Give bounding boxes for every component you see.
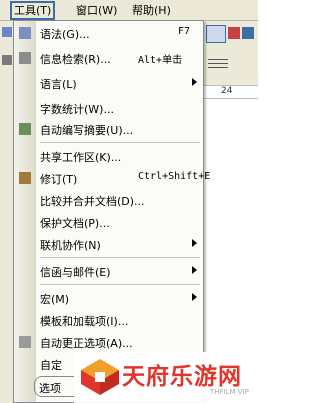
menu-separator — [40, 257, 200, 258]
toolbar-button[interactable] — [206, 25, 226, 43]
site-logo-icon — [81, 359, 119, 395]
menu-item-research[interactable]: 信息检索(R)... Alt+单击 — [14, 48, 203, 68]
menu-item-online-collab[interactable]: 联机协作(N) — [14, 234, 203, 254]
font-color-icon[interactable] — [242, 27, 254, 39]
highlight-icon[interactable] — [228, 27, 240, 39]
menu-item-word-count[interactable]: 字数统计(W)... — [14, 98, 203, 118]
menu-tools[interactable]: 工具(T) — [10, 1, 56, 20]
menu-item-compare-merge[interactable]: 比较并合并文档(D)... — [14, 190, 203, 210]
submenu-arrow-icon — [192, 78, 197, 86]
menu-item-autosummarize[interactable]: 自动编写摘要(U)... — [14, 119, 203, 139]
menu-item-track-changes[interactable]: 修订(T) Ctrl+Shift+E — [14, 168, 210, 188]
menu-item-templates-addins[interactable]: 模板和加载项(I)... — [14, 310, 203, 330]
track-changes-icon — [19, 172, 31, 184]
research-icon — [19, 52, 31, 64]
menu-item-letters-mailings[interactable]: 信函与邮件(E) — [14, 261, 203, 281]
submenu-arrow-icon — [192, 239, 197, 247]
menu-item-shared-workspace[interactable]: 共享工作区(K)... — [14, 146, 203, 166]
research-icon[interactable] — [2, 55, 12, 65]
right-toolbar — [204, 21, 258, 92]
menu-item-grammar[interactable]: 语法(G)... F7 — [14, 23, 203, 43]
submenu-arrow-icon — [192, 293, 197, 301]
menu-item-macro[interactable]: 宏(M) — [14, 288, 203, 308]
autocorrect-icon — [19, 336, 31, 348]
spelling-icon[interactable] — [2, 27, 12, 37]
watermark-subtitle: THFILM VIP — [210, 388, 249, 396]
tools-menu: 语法(G)... F7 信息检索(R)... Alt+单击 语言(L) 字数统计… — [13, 20, 210, 403]
ruler-tick: 24 — [221, 86, 233, 96]
menu-separator — [40, 142, 200, 143]
grammar-icon — [19, 27, 31, 39]
list-format-icon[interactable] — [208, 57, 234, 71]
watermark-title: 天府乐游网 — [122, 364, 242, 390]
menu-separator — [40, 284, 200, 285]
ruler: 24 — [204, 85, 258, 99]
menu-window[interactable]: 窗口(W) — [74, 3, 119, 18]
menu-item-protect[interactable]: 保护文档(P)... — [14, 212, 203, 232]
menu-help[interactable]: 帮助(H) — [130, 3, 173, 18]
submenu-arrow-icon — [192, 266, 197, 274]
menu-bar: 工具(T) 窗口(W) 帮助(H) — [0, 0, 258, 21]
menu-item-language[interactable]: 语言(L) — [14, 73, 203, 93]
autosummarize-icon — [19, 123, 31, 135]
menu-item-autocorrect[interactable]: 自动更正选项(A)... — [14, 332, 203, 352]
